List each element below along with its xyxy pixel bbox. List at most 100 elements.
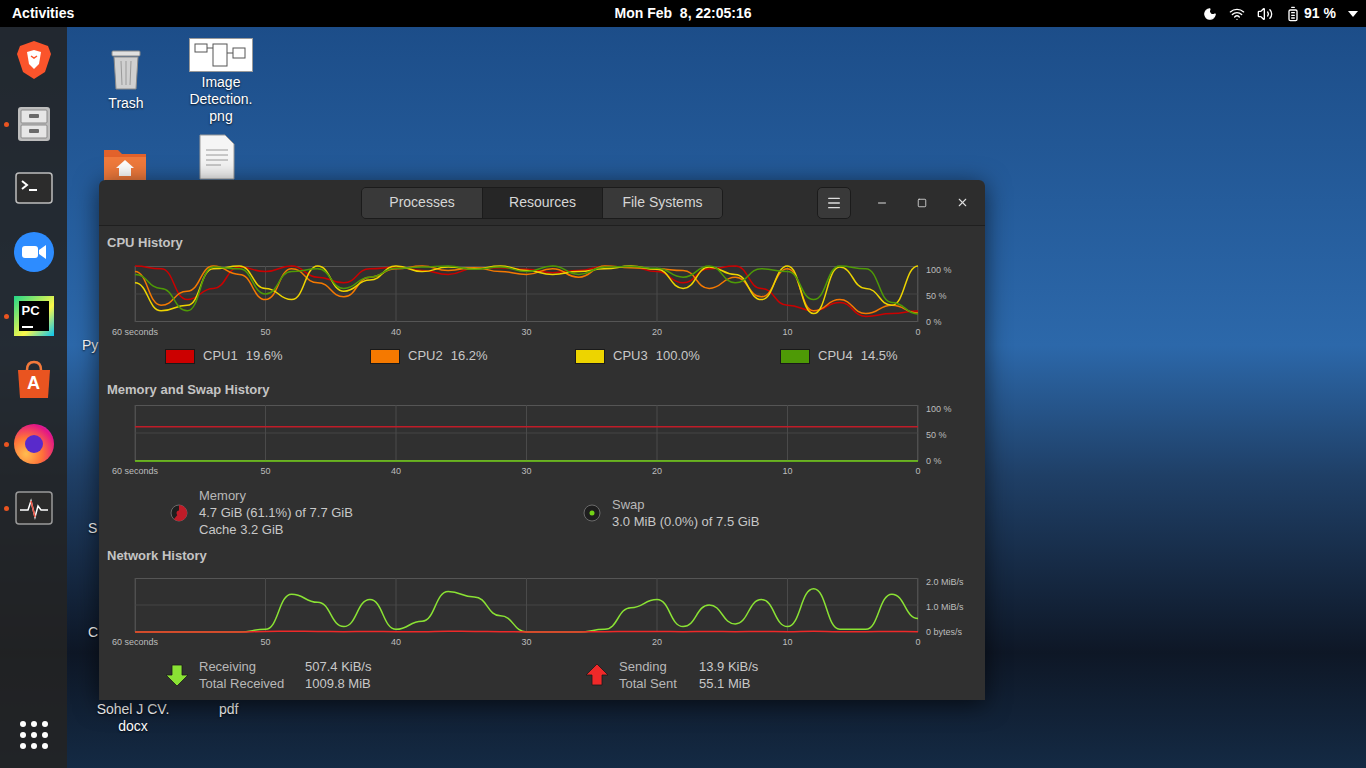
software-icon: A [12, 358, 56, 402]
y-tick: 50 % [926, 431, 952, 440]
cpu-legend-item: CPU216.2% [370, 348, 575, 364]
x-tick: 40 [391, 636, 401, 648]
x-tick: 10 [782, 636, 792, 648]
desktop-icon[interactable] [199, 134, 235, 180]
desktop-icon[interactable]: Image Detection. png [176, 38, 266, 125]
close-icon [956, 196, 969, 209]
chart-line [135, 589, 918, 632]
menu-button[interactable] [817, 187, 851, 219]
chart-plot [135, 578, 918, 632]
maximize-button[interactable] [910, 191, 934, 215]
x-tick: 0 [915, 465, 920, 477]
memory-info: Memory4.7 GiB (61.1%) of 7.7 GiBCache 3.… [107, 487, 977, 538]
dock-item[interactable]: A [0, 358, 67, 402]
desktop-icon-label[interactable]: Sohel J CV. docx [88, 701, 178, 735]
desktop-screen: ActivitiesMon Feb 8, 22:05:16 91 % PC A Tras… [0, 0, 1366, 768]
minimize-button[interactable] [870, 191, 894, 215]
x-tick: 60 seconds [112, 326, 158, 338]
hamburger-icon [826, 195, 842, 211]
desktop-icon[interactable] [102, 144, 148, 184]
system-monitor-window: ProcessesResourcesFile Systems CPU Histor… [99, 180, 985, 700]
firefox-icon [14, 424, 54, 464]
dock: PC A [0, 27, 67, 768]
x-tick: 0 [915, 636, 920, 648]
chart-line [135, 266, 918, 314]
view-tab[interactable]: File Systems [602, 188, 722, 218]
status-menu[interactable]: 91 % [751, 3, 1366, 24]
x-tick: 50 [260, 636, 270, 648]
top-bar: ActivitiesMon Feb 8, 22:05:16 91 % [0, 0, 1366, 27]
dock-item[interactable]: PC [0, 294, 67, 338]
dock-item[interactable] [0, 166, 67, 210]
chart-line [135, 266, 918, 316]
usage-pie-icon [583, 504, 601, 522]
x-tick: 20 [652, 465, 662, 477]
desktop-icon-label[interactable]: pdf [219, 701, 238, 718]
memory-info-item: Swap3.0 MiB (0.0%) of 7.5 GiB [583, 487, 759, 538]
chart-line [135, 266, 918, 314]
trash-icon [106, 45, 146, 93]
dock-item[interactable] [0, 102, 67, 146]
x-tick: 0 [915, 326, 920, 338]
chart-plot [135, 266, 918, 322]
running-indicator [4, 314, 9, 319]
memory-info-item: Memory4.7 GiB (61.1%) of 7.7 GiBCache 3.… [170, 487, 583, 538]
arrow-down-icon [165, 663, 189, 687]
desktop-icon-label[interactable]: C [88, 624, 98, 641]
y-tick: 0 % [926, 318, 952, 327]
document-icon [199, 134, 235, 180]
x-tick: 30 [521, 326, 531, 338]
y-tick: 2.0 MiB/s [926, 578, 964, 587]
volume-icon [1257, 6, 1273, 22]
color-swatch[interactable] [370, 349, 400, 364]
chart-line [135, 266, 918, 314]
battery-level: 91 % [1304, 3, 1336, 24]
cpu-legend-item: CPU3100.0% [575, 348, 780, 364]
cpu-legend-item: CPU119.6% [165, 348, 370, 364]
desktop-icon[interactable]: Trash [81, 45, 171, 112]
wifi-icon [1229, 6, 1245, 22]
x-tick: 50 [260, 326, 270, 338]
x-tick: 30 [521, 636, 531, 648]
view-tab[interactable]: Resources [482, 188, 602, 218]
y-tick: 1.0 MiB/s [926, 603, 964, 612]
chart-line [135, 460, 918, 462]
section-title: CPU History [107, 234, 977, 252]
minimize-icon [876, 197, 888, 209]
resources-view: CPU History 10 0 % 50 % 0 % 60 seconds 50 40 30 2… [99, 226, 985, 700]
arrow-up-icon [585, 663, 609, 687]
running-indicator [4, 506, 9, 511]
x-tick: 20 [652, 326, 662, 338]
activities-button[interactable]: Activities [0, 3, 615, 24]
close-button[interactable] [950, 191, 974, 215]
dock-item[interactable] [0, 486, 67, 530]
chart-line [135, 630, 918, 632]
header-bar: ProcessesResourcesFile Systems [99, 180, 985, 226]
dock-item[interactable] [0, 230, 67, 274]
cpu-legend: CPU119.6%CPU216.2%CPU3100.0%CPU414.5% [107, 348, 977, 364]
app-grid-icon [19, 720, 49, 750]
view-switcher: ProcessesResourcesFile Systems [361, 187, 723, 219]
y-tick: 0 % [926, 457, 952, 466]
maximize-icon [917, 198, 927, 208]
chart-plot [135, 405, 918, 461]
clock[interactable]: Mon Feb 8, 22:05:16 [615, 3, 752, 24]
view-tab[interactable]: Processes [362, 188, 482, 218]
desktop-icon-label[interactable]: S [88, 520, 97, 537]
section-title: Network History [107, 547, 977, 565]
cpu-history-chart: 100 %50 %0 %60 seconds50403020100 [107, 266, 977, 338]
x-tick: 10 [782, 326, 792, 338]
dock-item[interactable] [0, 422, 67, 466]
desktop-icon-label[interactable]: Py [82, 337, 98, 354]
x-tick: 40 [391, 465, 401, 477]
color-swatch[interactable] [780, 349, 810, 364]
dock-item[interactable] [0, 38, 67, 82]
terminal-icon [12, 166, 56, 210]
brave-icon [12, 38, 56, 82]
color-swatch[interactable] [575, 349, 605, 364]
night-light-icon [1203, 7, 1217, 21]
show-applications-button[interactable] [12, 713, 56, 757]
color-swatch[interactable] [165, 349, 195, 364]
section-title: Memory and Swap History [107, 381, 977, 399]
x-tick: 50 [260, 465, 270, 477]
